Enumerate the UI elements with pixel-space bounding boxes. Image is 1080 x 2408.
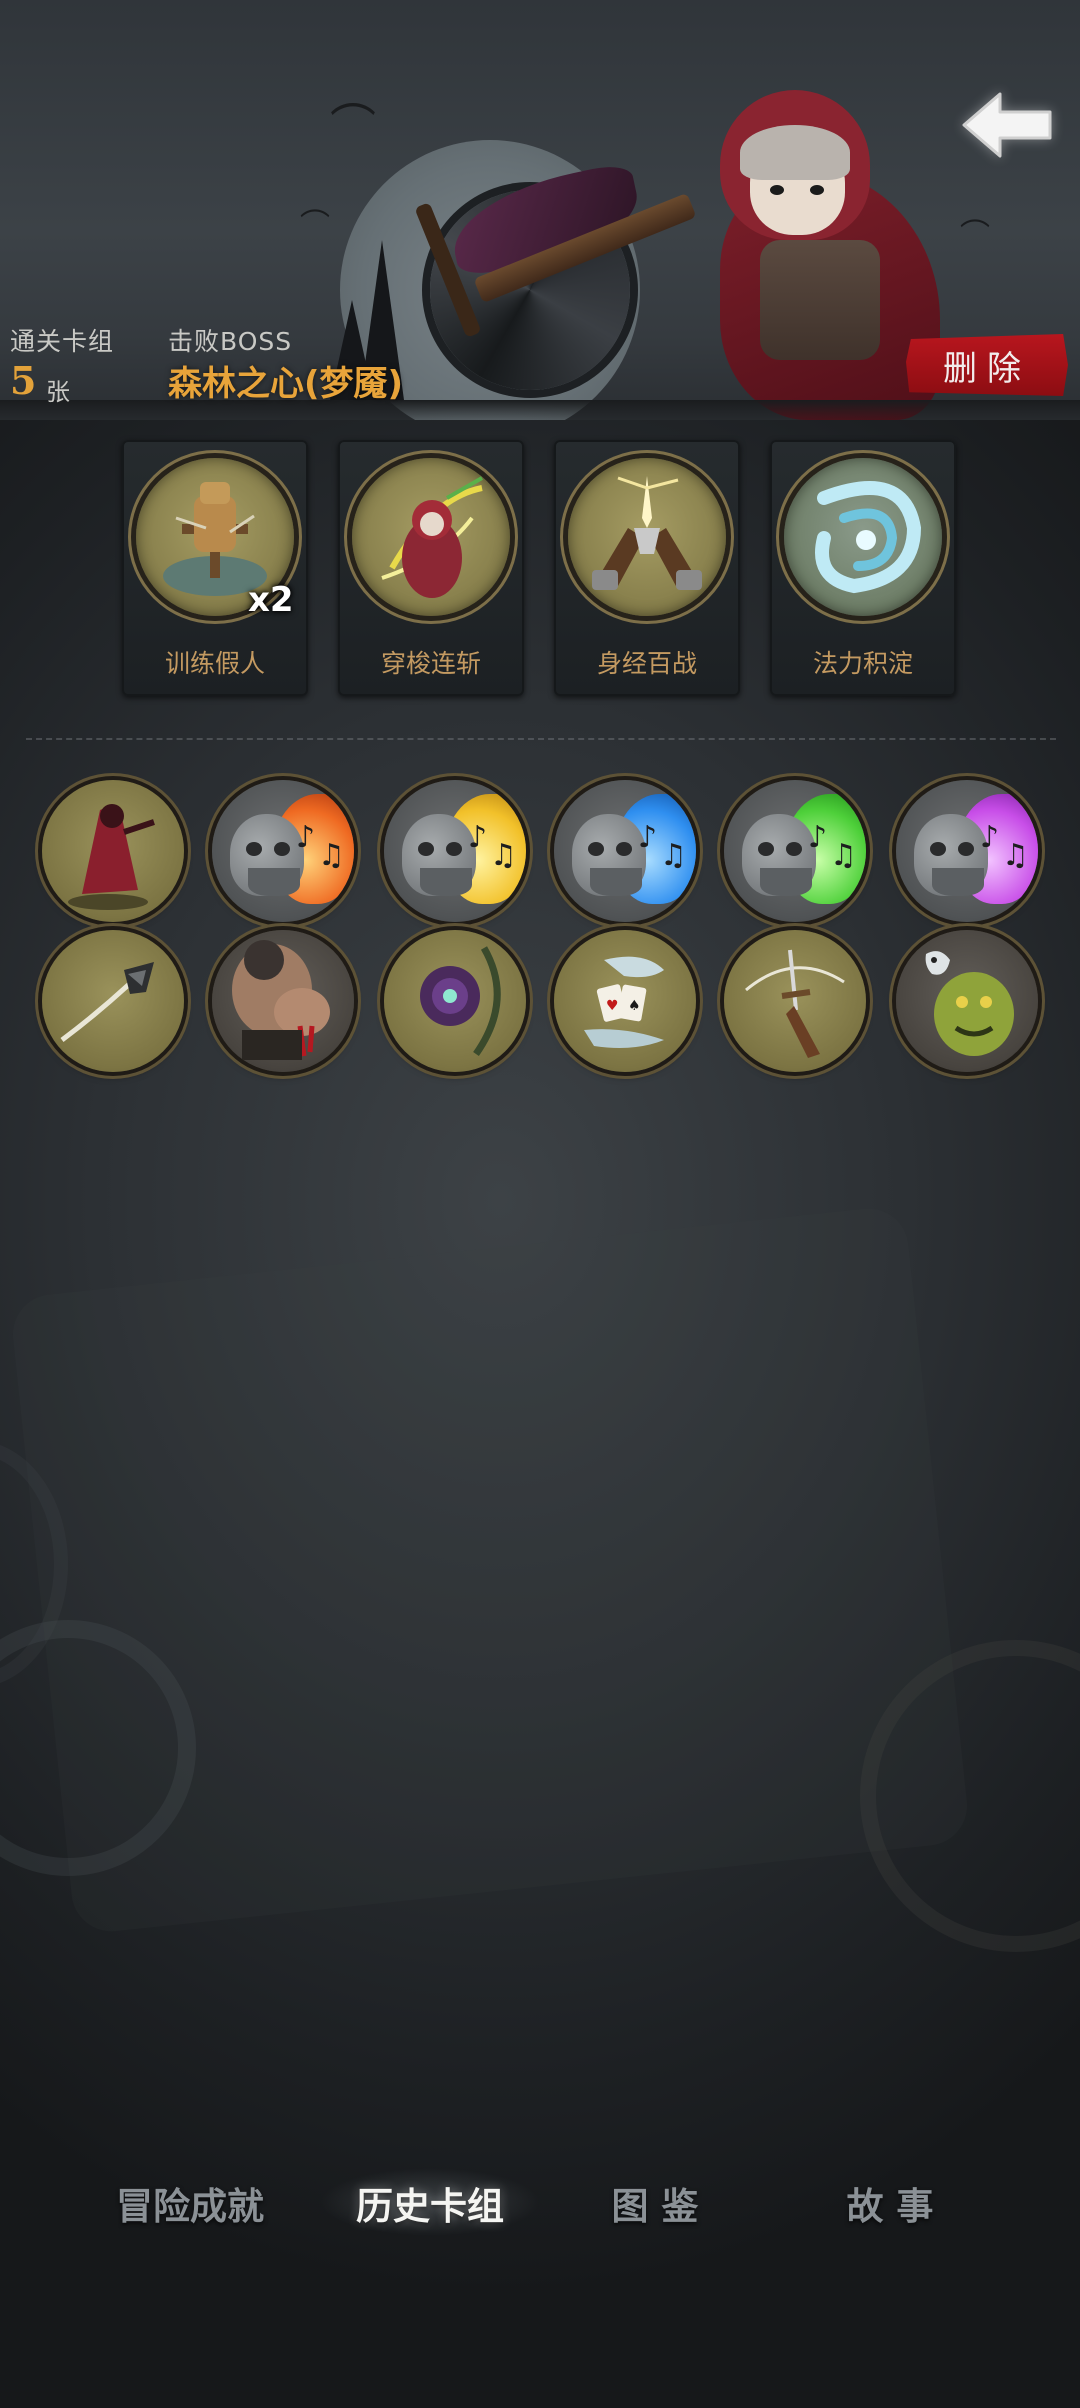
cleared-deck-unit: 张	[46, 378, 70, 406]
deck-card[interactable]: x2 训练假人	[122, 440, 308, 696]
music-skull-purple-icon[interactable]: ♪ ♫	[896, 780, 1038, 922]
music-skull-yellow-icon[interactable]: ♪ ♫	[384, 780, 526, 922]
ghost-hand-cards-icon[interactable]: ♥ ♠	[554, 930, 696, 1072]
tab-history-deck[interactable]: 历史卡组	[340, 2176, 520, 2228]
bat-icon: ⌒	[960, 218, 990, 253]
deck-card-name: 法力积淀	[812, 649, 913, 678]
card-multiplier: x2	[248, 580, 294, 620]
defeated-boss-name: 森林之心(梦魇)	[168, 364, 404, 404]
brute-fist-icon[interactable]	[212, 930, 354, 1072]
bat-icon: ⌒	[330, 99, 376, 153]
tab-adventure-achievements[interactable]: 冒险成就	[100, 2176, 280, 2228]
section-divider	[26, 738, 1056, 740]
tab-story[interactable]: 故 事	[815, 2176, 965, 2228]
music-skull-blue-icon[interactable]: ♪ ♫	[554, 780, 696, 922]
deck-card-name: 训练假人	[164, 649, 265, 678]
deck-card-name: 穿梭连斩	[380, 649, 481, 678]
throwing-knife-icon[interactable]	[42, 930, 184, 1072]
shuttle-slash-icon	[352, 458, 510, 616]
mana-accumulation-icon	[784, 458, 942, 616]
svg-text:♥: ♥	[606, 998, 619, 1014]
dagger-hand-icon[interactable]	[724, 930, 866, 1072]
music-skull-orange-icon[interactable]: ♪ ♫	[212, 780, 354, 922]
deck-card-name: 身经百战	[596, 649, 697, 678]
deck-card[interactable]: 穿梭连斩	[338, 440, 524, 696]
cleared-deck-count: 5	[10, 358, 37, 403]
music-skull-green-icon[interactable]: ♪ ♫	[724, 780, 866, 922]
cleared-deck-label: 通关卡组	[10, 327, 115, 356]
bat-icon: ⌒	[300, 208, 330, 243]
deck-card[interactable]: 身经百战	[554, 440, 740, 696]
back-arrow-icon[interactable]	[960, 82, 1054, 168]
red-hood-silhouette-icon[interactable]	[42, 780, 184, 922]
delete-button[interactable]: 删除	[906, 334, 1068, 396]
svg-text:♠: ♠	[628, 998, 641, 1014]
battle-hardened-icon	[568, 458, 726, 616]
tab-codex[interactable]: 图 鉴	[580, 2176, 730, 2228]
green-ogre-ghost-icon[interactable]	[896, 930, 1038, 1072]
history-deck-screen: ⌒ ⌒ ⌒ 通关卡组 5 张 击败BOSS 森林之心(梦魇) 删除 x2 训练假…	[0, 0, 1080, 2408]
red-hood-heroine-art	[640, 90, 940, 420]
deck-card[interactable]: 法力积淀	[770, 440, 956, 696]
defeated-boss-label: 击败BOSS	[168, 327, 293, 356]
purple-orb-staff-icon[interactable]	[384, 930, 526, 1072]
